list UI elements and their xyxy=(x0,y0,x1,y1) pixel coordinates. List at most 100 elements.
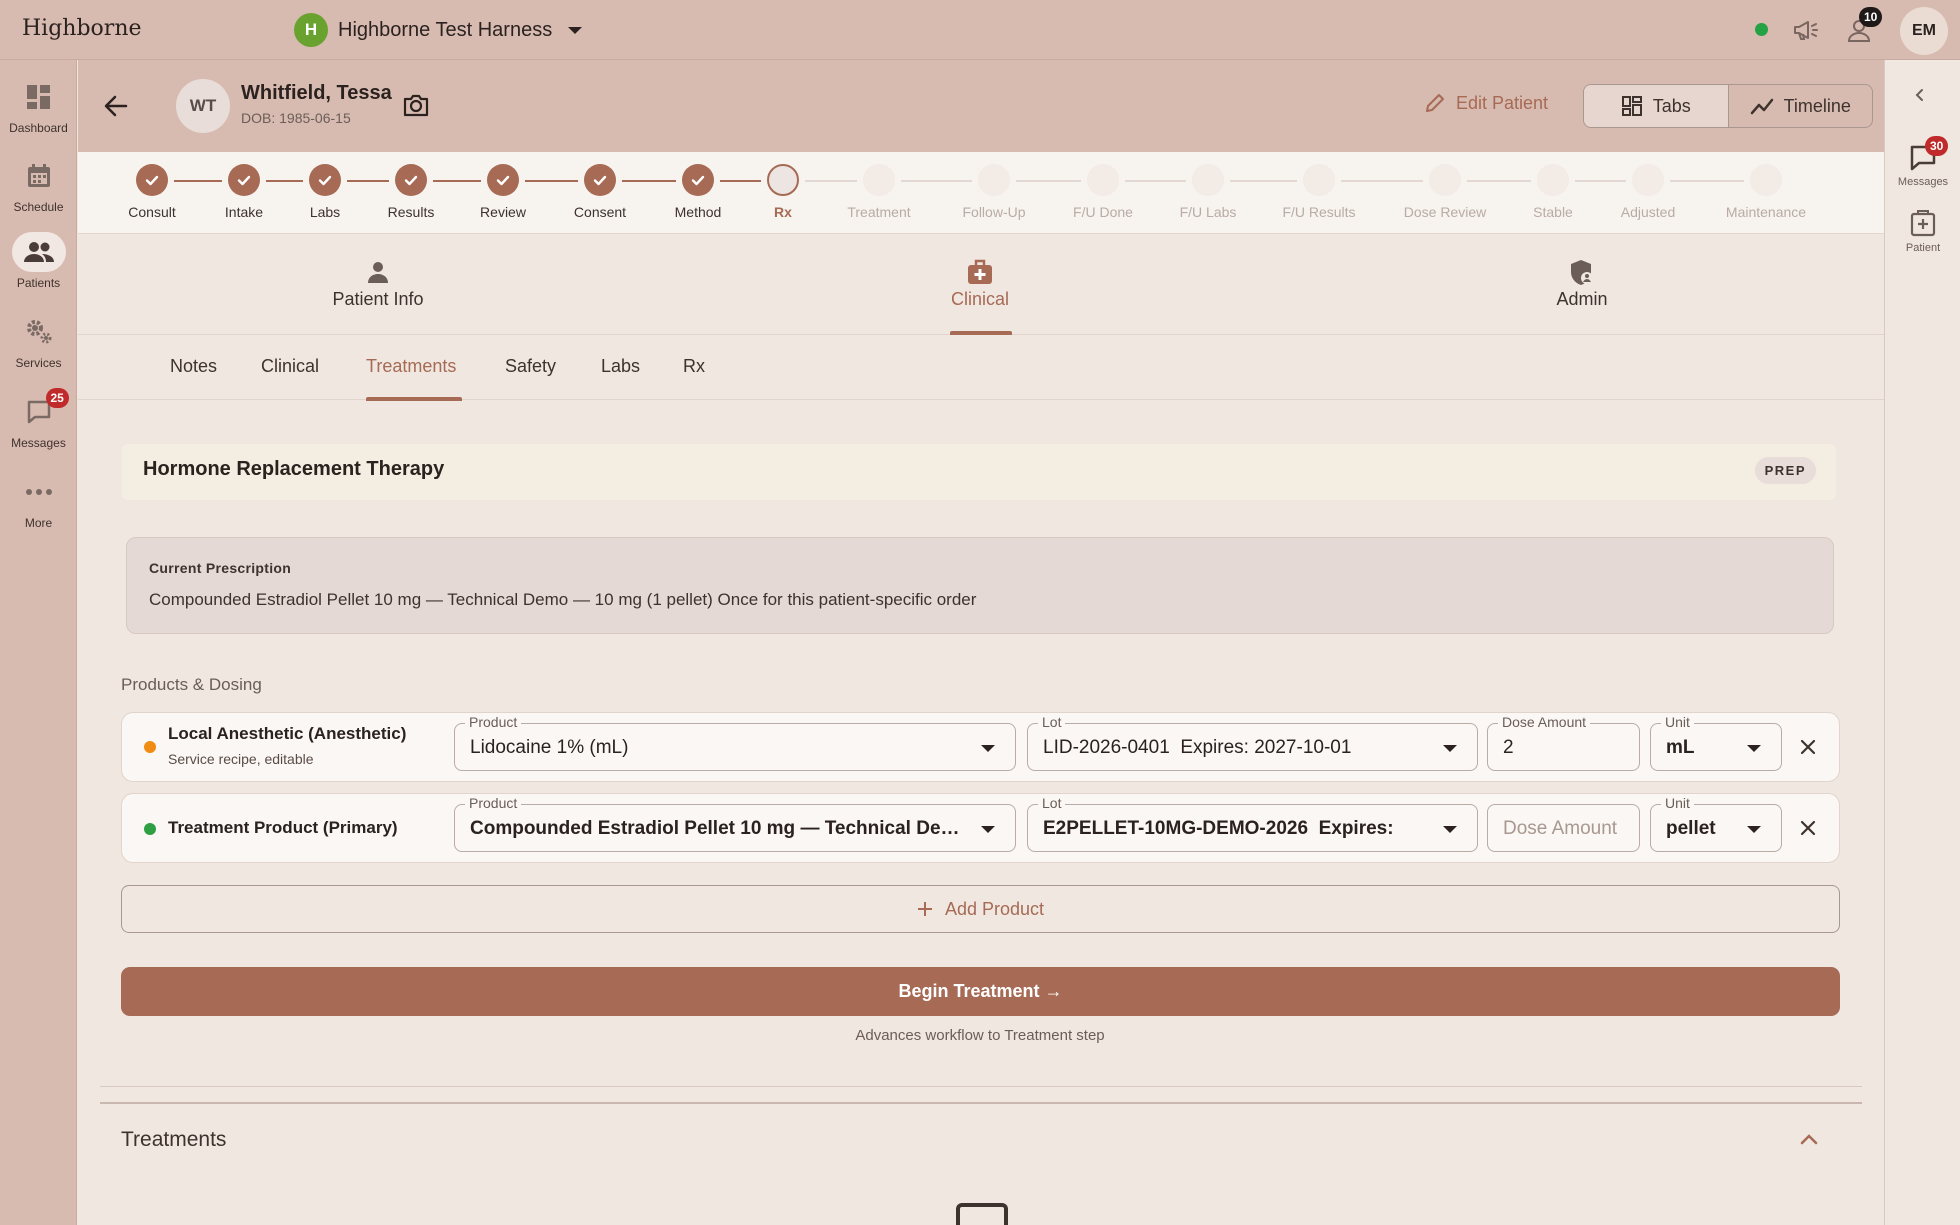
chevron-down-icon xyxy=(1443,745,1457,752)
people-icon xyxy=(11,232,66,272)
remove-product-close-icon[interactable] xyxy=(1794,733,1822,761)
field-label: Product xyxy=(465,795,522,811)
rail-patient[interactable]: Patient xyxy=(1885,206,1960,254)
field-label: Unit xyxy=(1661,795,1694,811)
patient-dob: DOB: 1985-06-15 xyxy=(241,110,351,126)
trend-line-icon xyxy=(1750,98,1773,115)
step-label: F/U Labs xyxy=(1179,204,1237,220)
rail-label: Messages xyxy=(1897,176,1949,188)
nav-label: Messages xyxy=(11,436,66,450)
grid-view-icon xyxy=(1621,96,1642,116)
lot-select[interactable]: Lot E2PELLET-10MG-DEMO-2026 Expires: xyxy=(1027,795,1478,852)
subtab-treatments[interactable]: Treatments xyxy=(366,356,456,377)
field-value: mL xyxy=(1666,737,1695,758)
announcements-icon[interactable] xyxy=(1790,14,1822,46)
subtab-labs[interactable]: Labs xyxy=(601,356,640,377)
product-select[interactable]: Product Lidocaine 1% (mL) xyxy=(454,714,1016,771)
pencil-icon xyxy=(1426,94,1444,112)
step-dose-review[interactable]: Dose Review xyxy=(1390,164,1500,220)
step-review[interactable]: Review xyxy=(448,164,558,220)
edit-patient-button[interactable]: Edit Patient xyxy=(1424,92,1548,114)
check-icon xyxy=(682,164,714,196)
camera-icon[interactable] xyxy=(402,92,430,123)
nav-more[interactable]: More xyxy=(0,472,77,530)
step-adjusted[interactable]: Adjusted xyxy=(1593,164,1703,220)
medical-clipboard-icon xyxy=(1885,206,1960,242)
tab-label: Clinical xyxy=(950,289,1010,309)
product-role-name: Treatment Product (Primary) xyxy=(168,818,398,837)
top-bar: Highborne H Highborne Test Harness 10 EM xyxy=(0,0,1960,60)
brand-logo[interactable]: Highborne xyxy=(22,16,142,41)
step-treatment[interactable]: Treatment xyxy=(824,164,934,220)
dose-amount-input[interactable]: Dose Amount xyxy=(1487,804,1640,852)
lot-select[interactable]: Lot LID-2026-0401 Expires: 2027-10-01 xyxy=(1027,714,1478,771)
products-section-title: Products & Dosing xyxy=(121,675,262,694)
product-row: Local Anesthetic (Anesthetic) Service re… xyxy=(121,712,1840,782)
add-product-button[interactable]: Add Product xyxy=(121,885,1840,933)
collapse-chevron-left-icon[interactable] xyxy=(1913,88,1927,107)
remove-product-close-icon[interactable] xyxy=(1794,814,1822,842)
step-maintenance[interactable]: Maintenance xyxy=(1711,164,1821,220)
step-label: Stable xyxy=(1533,204,1573,220)
view-timeline-button[interactable]: Timeline xyxy=(1729,85,1873,127)
nav-messages[interactable]: 25 Messages xyxy=(0,388,77,450)
step-label: F/U Results xyxy=(1282,204,1356,220)
sub-tabs: Notes Clinical Treatments Safety Labs Rx xyxy=(78,336,1884,400)
step-label: Rx xyxy=(774,204,792,220)
subtab-safety[interactable]: Safety xyxy=(505,356,556,377)
field-value: 2 xyxy=(1503,737,1514,758)
staff-notifications-icon[interactable]: 10 xyxy=(1845,7,1883,46)
view-toggle: Tabs Timeline xyxy=(1583,84,1873,128)
step-label: Review xyxy=(480,204,526,220)
step-label: Treatment xyxy=(847,204,911,220)
check-icon xyxy=(228,164,260,196)
check-icon xyxy=(309,164,341,196)
section-divider xyxy=(100,1086,1862,1087)
rail-messages[interactable]: 30 Messages xyxy=(1885,136,1960,188)
subtab-rx[interactable]: Rx xyxy=(683,356,705,377)
subtab-notes[interactable]: Notes xyxy=(170,356,217,377)
subtab-clinical[interactable]: Clinical xyxy=(261,356,319,377)
step-f-u-results[interactable]: F/U Results xyxy=(1264,164,1374,220)
step-f-u-labs[interactable]: F/U Labs xyxy=(1153,164,1263,220)
begin-treatment-button[interactable]: Begin Treatment → xyxy=(121,967,1840,1016)
unit-select[interactable]: Unit mL xyxy=(1650,714,1782,771)
org-switcher[interactable]: H Highborne Test Harness xyxy=(294,12,583,48)
view-tabs-label: Tabs xyxy=(1652,95,1691,116)
dose-amount-input[interactable]: Dose Amount 2 xyxy=(1487,714,1640,771)
field-value: LID-2026-0401 Expires: 2027-10-01 xyxy=(1043,737,1352,758)
tab-clinical[interactable]: Clinical xyxy=(880,255,1080,310)
nav-patients[interactable]: Patients xyxy=(0,232,77,290)
step-f-u-done[interactable]: F/U Done xyxy=(1048,164,1158,220)
unit-select[interactable]: Unit pellet xyxy=(1650,795,1782,852)
tab-label: Patient Info xyxy=(332,289,424,309)
nav-schedule[interactable]: Schedule xyxy=(0,156,77,214)
back-arrow-icon[interactable] xyxy=(100,90,132,127)
chevron-down-icon xyxy=(981,826,995,833)
nav-dashboard[interactable]: Dashboard xyxy=(0,77,77,135)
user-avatar[interactable]: EM xyxy=(1900,7,1948,55)
tab-patient-info[interactable]: Patient Info xyxy=(278,255,478,310)
field-label: Lot xyxy=(1038,714,1066,730)
therapy-title: Hormone Replacement Therapy xyxy=(143,458,445,480)
tab-admin[interactable]: Admin xyxy=(1482,255,1682,310)
step-rx[interactable]: Rx xyxy=(728,164,838,220)
treatments-section-title: Treatments xyxy=(121,1128,227,1151)
chat-icon: 25 xyxy=(12,388,69,432)
step-stable[interactable]: Stable xyxy=(1498,164,1608,220)
prescription-label: Current Prescription xyxy=(149,560,292,576)
step-label: F/U Done xyxy=(1073,204,1133,220)
collapse-chevron-up-icon[interactable] xyxy=(1800,1132,1818,1150)
field-value: Lidocaine 1% (mL) xyxy=(470,737,629,758)
prescription-text: Compounded Estradiol Pellet 10 mg — Tech… xyxy=(149,590,977,609)
chevron-down-icon xyxy=(1747,745,1761,752)
status-dot xyxy=(144,823,156,835)
tab-underline xyxy=(950,331,1012,335)
step-consent[interactable]: Consent xyxy=(545,164,655,220)
shield-user-icon xyxy=(1482,255,1682,289)
view-tabs-button[interactable]: Tabs xyxy=(1584,85,1729,127)
nav-services[interactable]: Services xyxy=(0,312,77,370)
step-follow-up[interactable]: Follow-Up xyxy=(939,164,1049,220)
chevron-down-icon xyxy=(568,26,583,34)
product-select[interactable]: Product Compounded Estradiol Pellet 10 m… xyxy=(454,795,1016,852)
